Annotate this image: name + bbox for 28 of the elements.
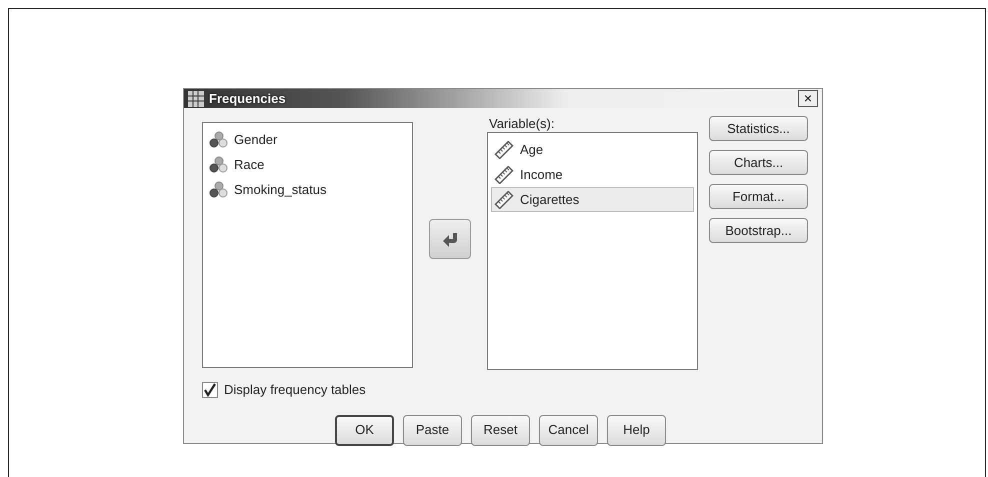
close-button[interactable]: ×: [798, 90, 818, 107]
checkbox-label: Display frequency tables: [224, 381, 366, 399]
checkbox[interactable]: [202, 382, 218, 398]
window-title: Frequencies: [209, 90, 286, 108]
list-label: Variable(s):: [488, 117, 556, 132]
nominal-icon: [209, 131, 228, 148]
nominal-icon: [209, 156, 228, 173]
grid-icon: [188, 90, 204, 106]
dialog-button[interactable]: Statistics...: [709, 116, 808, 141]
nominal-icon: [209, 181, 228, 198]
arrow-icon: [442, 230, 458, 248]
ruler-icon: [494, 190, 514, 209]
dialog-button[interactable]: Reset: [471, 414, 530, 446]
dialog-button[interactable]: Paste: [403, 414, 462, 446]
dialog-button[interactable]: Charts...: [709, 150, 808, 175]
list-item[interactable]: Gender: [206, 127, 409, 152]
dialog-button[interactable]: Format...: [709, 184, 808, 209]
dialog-button[interactable]: Bootstrap...: [709, 218, 808, 243]
check-icon: [203, 382, 217, 397]
dialog-button[interactable]: OK: [335, 414, 394, 446]
move-button[interactable]: [429, 219, 471, 259]
list-item[interactable]: Age: [491, 137, 694, 162]
list-item[interactable]: Smoking_status: [206, 177, 409, 202]
list-item[interactable]: Race: [206, 152, 409, 177]
dialog-button[interactable]: Help: [607, 414, 666, 446]
dialog-button[interactable]: Cancel: [539, 414, 598, 446]
list-item[interactable]: Cigarettes: [491, 187, 694, 212]
list-item[interactable]: Income: [491, 162, 694, 188]
